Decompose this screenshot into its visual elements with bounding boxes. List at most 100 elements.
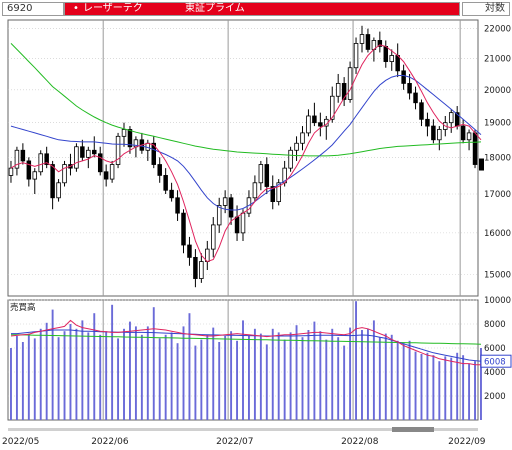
last-volume-label: 6008: [484, 358, 506, 368]
volume-bar: [444, 356, 447, 420]
volume-bar: [69, 324, 72, 420]
volume-bar: [402, 343, 405, 420]
candle-body: [258, 164, 264, 184]
candle-body: [264, 164, 270, 187]
volume-bar: [289, 332, 292, 420]
volume-bar: [378, 337, 381, 420]
candle-body: [86, 149, 91, 158]
volume-bar: [432, 355, 435, 420]
volume-bar: [57, 337, 60, 420]
price-tick-label: 22000: [484, 25, 511, 35]
volume-bar: [426, 352, 429, 420]
candle-body: [431, 125, 436, 141]
volume-bar: [343, 345, 346, 420]
candle-body: [312, 115, 317, 124]
volume-bar: [152, 307, 155, 420]
volume-bar: [10, 348, 12, 420]
candle-body: [460, 125, 466, 141]
volume-bar: [247, 336, 250, 420]
volume-bar: [230, 331, 233, 420]
volume-bar: [271, 328, 274, 420]
volume-bar: [27, 333, 30, 420]
candle-body: [211, 224, 216, 250]
candle-body: [32, 171, 38, 180]
candle-body: [383, 46, 389, 62]
volume-bar: [313, 321, 316, 420]
volume-bar: [117, 338, 120, 420]
volume-bar: [140, 334, 143, 420]
candle-body: [169, 189, 174, 199]
candle-body: [347, 67, 353, 100]
price-tick-label: 21000: [484, 55, 511, 65]
volume-bar: [33, 338, 36, 420]
volume-bar: [188, 313, 191, 420]
volume-bar: [75, 328, 78, 420]
volume-bar: [129, 321, 131, 420]
volume-bar: [468, 363, 471, 420]
volume-bar: [462, 355, 465, 420]
volume-bar: [224, 336, 227, 420]
volume-bar: [236, 340, 239, 420]
volume-bar: [301, 337, 304, 420]
candle-body: [163, 175, 168, 191]
volume-bar: [420, 354, 423, 420]
volume-bar: [87, 332, 90, 420]
candle-body: [353, 43, 359, 69]
candle-body: [419, 102, 424, 120]
candle-body: [8, 167, 14, 176]
x-tick-label: 2022/09: [448, 437, 486, 447]
candle-body: [413, 92, 418, 104]
volume-tick-label: 8000: [484, 320, 506, 330]
last-price-marker: [479, 158, 484, 171]
candle-body: [20, 149, 26, 162]
candle-body: [92, 149, 97, 155]
volume-bar: [200, 339, 203, 420]
volume-bar: [307, 330, 310, 420]
candle-body: [50, 164, 55, 199]
volume-bar: [319, 331, 322, 420]
candle-body: [252, 182, 258, 199]
volume-bar: [45, 322, 48, 420]
volume-bar: [39, 328, 42, 420]
candle-body: [56, 182, 61, 199]
volume-bar: [438, 361, 441, 420]
volume-bar: [337, 337, 340, 420]
volume-bar: [21, 342, 24, 420]
candle-body: [222, 197, 228, 206]
candle-body: [306, 115, 311, 134]
candle-body: [401, 70, 406, 84]
volume-tick-label: 4000: [484, 368, 506, 378]
volume-bar: [105, 331, 108, 420]
candle-body: [181, 212, 186, 246]
volume-bar: [253, 328, 256, 420]
candle-body: [103, 171, 109, 180]
candle-body: [234, 216, 240, 234]
stock-chart: 6920 • レーザーテク 東証プライム 対数 2022/05 2022/06 20…: [0, 0, 512, 450]
volume-bar: [390, 334, 393, 420]
candle-body: [395, 55, 400, 72]
volume-tick-label: 2000: [484, 392, 506, 402]
volume-bar: [146, 326, 149, 420]
candle-body: [74, 146, 79, 169]
candle-body: [109, 164, 115, 180]
volume-bar: [331, 328, 334, 420]
volume-bar: [355, 301, 357, 420]
volume-bar: [15, 336, 18, 420]
volume-bar: [474, 361, 476, 420]
volume-bar: [176, 343, 179, 420]
volume-bar: [218, 342, 221, 420]
candle-body: [187, 244, 192, 258]
volume-bar: [408, 340, 411, 420]
candle-body: [294, 142, 299, 151]
candle-body: [175, 197, 180, 214]
volume-bar: [93, 313, 96, 420]
candle-body: [437, 129, 442, 141]
candle-body: [335, 83, 341, 97]
price-tick-label: 20000: [484, 86, 511, 96]
volume-title: 売買高: [10, 302, 36, 313]
volume-bar: [206, 334, 209, 420]
volume-bar: [134, 326, 137, 420]
candle-body: [389, 55, 394, 62]
x-tick-label: 2022/07: [216, 437, 253, 447]
candle-body: [121, 129, 127, 137]
